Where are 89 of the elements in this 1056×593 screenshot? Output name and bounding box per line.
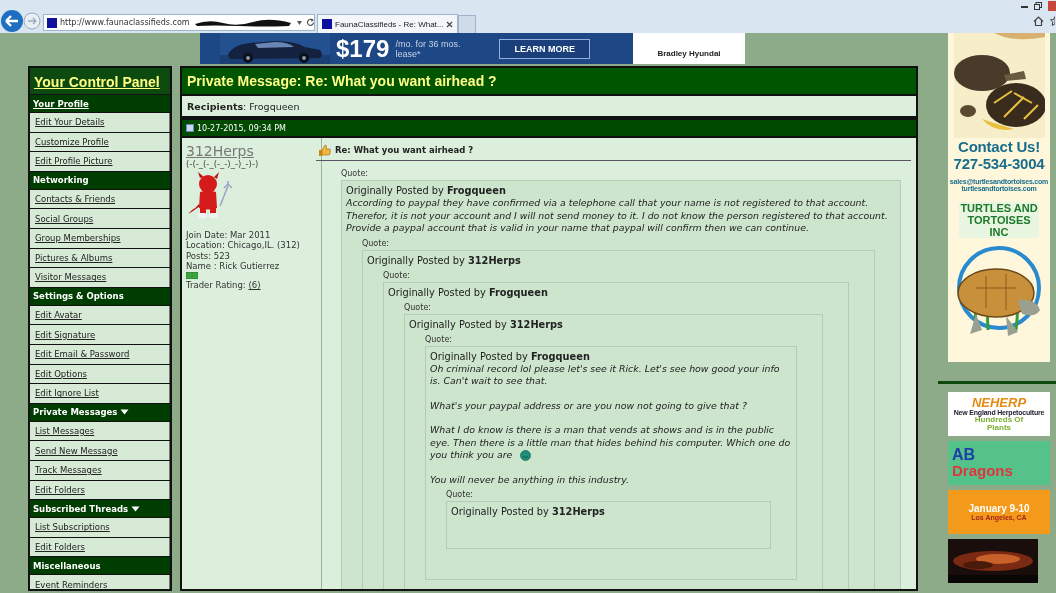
profile-detail: Name : Rick Gutierrez — [186, 260, 281, 272]
quote-attribution: Originally Posted by Frogqueen — [346, 184, 507, 197]
quoted-text: What I do know is there is a man that vends at shows and is in the public eye. Then there is a little man that hides behind his computer. Which one do you think you are — [430, 424, 792, 462]
quote-label: Quote: — [383, 270, 411, 280]
caret-icon[interactable] — [131, 505, 141, 512]
section-header[interactable]: Your Profile — [30, 95, 170, 112]
sidebar-link[interactable]: Edit Signature — [30, 325, 170, 344]
caret-icon[interactable] — [295, 19, 303, 26]
sidebar-link[interactable]: Event Reminders — [30, 575, 170, 589]
ad-text: AB — [952, 447, 976, 463]
lease-terms-text: /mo. for 36 mos. lease* — [395, 38, 462, 59]
profile-detail: Posts: 523 — [186, 250, 231, 261]
quote-label: Quote: — [362, 238, 390, 248]
sidebar-link[interactable]: Send New Message — [30, 441, 170, 460]
minimize-icon[interactable] — [1021, 4, 1028, 8]
back-button[interactable] — [1, 10, 23, 32]
quote-attribution: Originally Posted by Frogqueen — [388, 285, 549, 299]
ad-text: Dragons — [952, 463, 1013, 479]
sidebar-link[interactable]: Edit Options — [30, 364, 170, 384]
message-title: Private Message: Re: What you want airhead ? — [187, 73, 497, 89]
section-title: Networking — [33, 175, 89, 186]
sidebar-link[interactable]: Social Groups — [30, 209, 170, 228]
post-date: 10-27-2015, 09:34 PM — [197, 123, 286, 133]
post-icon — [186, 124, 194, 132]
rating-link[interactable]: (6) — [248, 280, 261, 291]
username-link[interactable]: 312Herps — [186, 143, 254, 159]
quote-attribution: Originally Posted by Frogqueen — [430, 349, 591, 363]
phone-number: 727-534-3004 — [953, 155, 1045, 172]
logo-text: TURTLES AND TORTOISES INC — [959, 202, 1039, 238]
sidebar-link[interactable]: Edit Avatar — [30, 305, 170, 325]
section-title: Miscellaneous — [33, 560, 101, 571]
quoted-text: According to paypal they have confirmed via a telephone call that your name is not registered to that account. Therefor, it is not your account and I will not send money to it. I do not know the person registered to that account. Provide a paypal account that is valid in your name that paypal will confirm then we can continue. — [346, 197, 889, 235]
slogan-text: Hundreds Of Plants — [974, 416, 1024, 432]
close-icon[interactable] — [446, 20, 454, 28]
browser-tab[interactable]: FaunaClassifieds - Re: What... — [317, 14, 459, 33]
section-title: Private Messages — [33, 407, 118, 418]
dealer-name: Bradley Hyundai — [657, 49, 721, 58]
sidebar-link[interactable]: Customize Profile — [30, 132, 170, 152]
sidebar-link[interactable]: Group Memberships — [30, 228, 170, 248]
sidebar-link[interactable]: Visitor Messages — [30, 268, 170, 287]
quote-attribution: Originally Posted by 312Herps — [367, 253, 522, 267]
brand-text: NEHERP — [971, 396, 1027, 409]
sidebar-link[interactable]: Edit Email & Password — [30, 344, 170, 364]
panel-title-link[interactable]: Your Control Panel — [34, 74, 160, 90]
quoted-text: What's your paypal address or are you now not going to give that ? — [430, 399, 748, 412]
quote-attribution: Originally Posted by 312Herps — [409, 317, 564, 331]
section-header[interactable]: Subscribed Threads — [30, 500, 170, 518]
sidebar-link[interactable]: Edit Profile Picture — [30, 152, 170, 171]
profile-detail: Join Date: Mar 2011 — [186, 230, 272, 241]
post-title: Re: What you want airhead ? — [335, 145, 474, 155]
sidebar-link[interactable]: Edit Your Details — [30, 113, 170, 132]
contact-heading: Contact Us! — [958, 138, 1040, 155]
sidebar-link[interactable]: List Subscriptions — [30, 518, 170, 537]
sidebar-link[interactable]: Track Messages — [30, 460, 170, 480]
thumbs-up-icon — [318, 144, 331, 156]
section-title[interactable]: Your Profile — [33, 98, 89, 109]
profile-detail: Location: Chicago,IL. (312) — [186, 240, 301, 251]
restore-icon[interactable] — [1034, 2, 1042, 10]
refresh-icon[interactable] — [305, 18, 314, 27]
quote-attribution: Originally Posted by 312Herps — [451, 505, 606, 518]
quoted-text: Oh criminal record lol please let's see it Rick. Let's see how good your info is. Can't wait to see that. — [430, 362, 781, 388]
reputation-icon — [186, 272, 198, 280]
recipients-text: Recipients: Frogqueen — [182, 96, 916, 116]
user-title: (-(-_(-_(-_-)_-)_-)-) — [186, 159, 260, 169]
quote-label: Quote: — [425, 334, 453, 344]
caret-icon[interactable] — [120, 409, 130, 416]
favicon-icon — [47, 17, 57, 28]
quoted-text: You will never be anything in this industry. — [430, 473, 630, 486]
section-header[interactable]: Private Messages — [30, 403, 170, 421]
favicon-icon — [322, 19, 332, 29]
sidebar-link[interactable]: Edit Folders — [30, 537, 170, 557]
quote-label: Quote: — [341, 169, 369, 178]
quote-label: Quote: — [404, 302, 432, 312]
home-icon[interactable] — [1033, 16, 1044, 26]
learn-more-button[interactable]: LEARN MORE — [499, 38, 590, 59]
section-title: Subscribed Threads — [33, 503, 129, 514]
sidebar-link[interactable]: List Messages — [30, 421, 170, 441]
sidebar-link[interactable]: Edit Folders — [30, 480, 170, 500]
sidebar-link[interactable]: Pictures & Albums — [30, 248, 170, 268]
section-title: Settings & Options — [33, 291, 124, 302]
dragons-ad[interactable]: AB Dragons — [948, 441, 1050, 485]
quote-label: Quote: — [446, 490, 474, 499]
event-date: January 9-10 — [968, 503, 1030, 514]
price-text: $179 — [336, 34, 390, 63]
address-bar[interactable]: http://www.faunaclassifieds.com — [43, 14, 315, 31]
sidebar-link[interactable]: Edit Ignore List — [30, 384, 170, 403]
sidebar-link[interactable]: Contacts & Friends — [30, 189, 170, 209]
trader-rating: Trader Rating: (6) — [186, 280, 262, 292]
url-text: http://www.faunaclassifieds.com — [60, 18, 190, 27]
